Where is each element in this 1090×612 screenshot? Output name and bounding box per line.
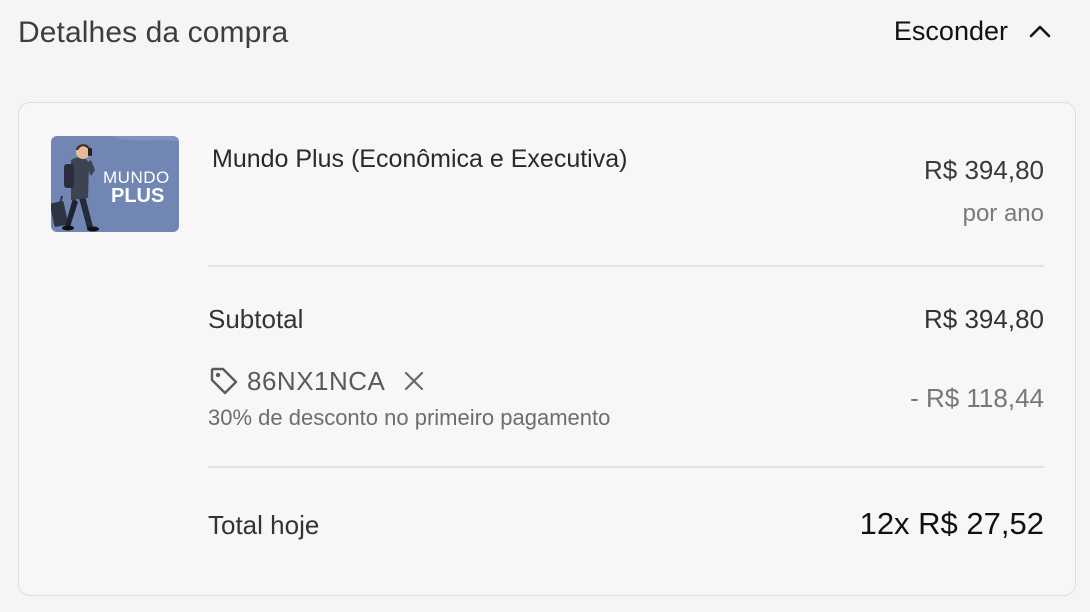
billing-period: por ano xyxy=(962,200,1044,227)
hide-details-toggle[interactable]: Esconder xyxy=(894,16,1052,47)
subtotal-value: R$ 394,80 xyxy=(924,304,1044,334)
coupon-code: 86NX1NCA xyxy=(247,365,386,396)
product-thumbnail: MUNDO PLUS xyxy=(51,136,179,232)
product-name: Mundo Plus (Econômica e Executiva) xyxy=(212,145,628,173)
page-title: Detalhes da compra xyxy=(18,16,289,49)
coupon-description: 30% de desconto no primeiro pagamento xyxy=(208,405,611,430)
coupon-row: 86NX1NCA xyxy=(208,365,425,397)
divider xyxy=(208,265,1044,267)
discount-value: - R$ 118,44 xyxy=(910,383,1044,413)
subtotal-label: Subtotal xyxy=(208,304,304,334)
purchase-summary-card: MUNDO PLUS Mundo Plus (Econômica e Execu… xyxy=(18,102,1076,596)
thumbnail-text-line2: PLUS xyxy=(111,185,165,207)
total-label: Total hoje xyxy=(208,510,320,540)
purchase-details-page: Detalhes da compra Esconder MUNDO PLUS M… xyxy=(0,0,1090,612)
chevron-up-icon xyxy=(1028,20,1052,44)
toggle-label: Esconder xyxy=(893,16,1008,46)
product-price: R$ 394,80 xyxy=(924,155,1044,185)
total-value: 12x R$ 27,52 xyxy=(859,506,1044,541)
close-icon[interactable] xyxy=(403,370,425,392)
divider xyxy=(208,466,1044,468)
tag-icon xyxy=(208,365,240,397)
